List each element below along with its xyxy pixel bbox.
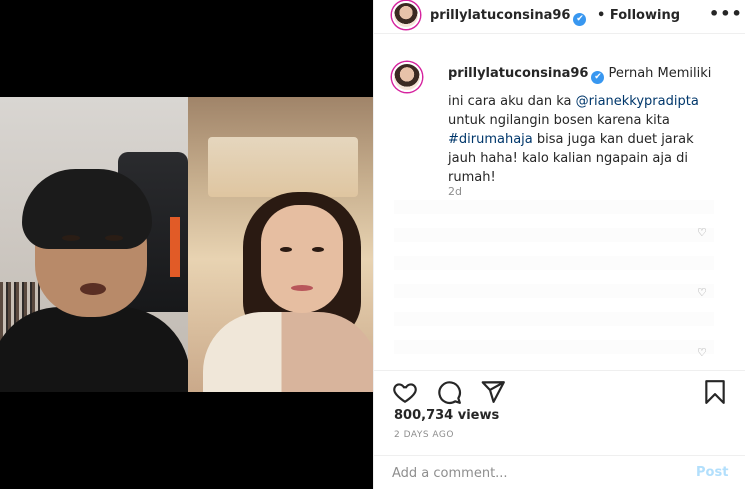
caption-avatar[interactable] <box>392 62 422 92</box>
post-button[interactable]: Post <box>696 465 728 480</box>
man-eye-left <box>62 235 80 241</box>
comment-bar: Post <box>374 455 745 489</box>
window-light <box>208 137 358 197</box>
header-username[interactable]: prillylatuconsina96 ✔ <box>430 8 587 26</box>
views-count[interactable]: 800,734 views <box>394 408 499 423</box>
woman-mouth <box>291 285 313 291</box>
bookmark-icon[interactable] <box>702 379 728 405</box>
man-mouth <box>80 283 106 295</box>
hashtag-link[interactable]: #dirumahaja <box>448 132 533 147</box>
post-side-panel: prillylatuconsina96 ✔ • Following ••• pri… <box>373 0 745 489</box>
man-shirt <box>0 307 188 392</box>
man-hair <box>22 169 152 249</box>
caption-username[interactable]: prillylatuconsina96 ✔ Pernah Memiliki <box>448 66 711 84</box>
avatar[interactable] <box>392 1 420 29</box>
woman-eye-right <box>312 247 324 252</box>
video-left-man <box>0 97 188 392</box>
more-options-icon[interactable]: ••• <box>709 4 743 23</box>
heart-icon[interactable] <box>392 379 418 405</box>
caption-audio-label[interactable]: Pernah Memiliki <box>608 66 711 81</box>
post-timestamp[interactable]: 2 DAYS AGO <box>394 430 454 440</box>
verified-badge-icon: ✔ <box>573 13 587 26</box>
comment-like-heart-icon[interactable]: ♡ <box>697 286 707 299</box>
comment-like-heart-icon[interactable]: ♡ <box>697 346 707 359</box>
comments-area <box>394 200 714 360</box>
comment-like-heart-icon[interactable]: ♡ <box>697 226 707 239</box>
post-media[interactable] <box>0 0 373 489</box>
post-header: prillylatuconsina96 ✔ • Following ••• <box>374 0 745 34</box>
verified-badge-icon: ✔ <box>591 71 605 84</box>
comment-input[interactable] <box>392 464 672 482</box>
woman-shirt <box>203 312 373 392</box>
caption-time: 2d <box>448 185 462 198</box>
man-eye-right <box>105 235 123 241</box>
share-icon[interactable] <box>480 379 506 405</box>
dot-separator: • <box>597 8 610 23</box>
comment-icon[interactable] <box>436 379 462 405</box>
action-bar <box>374 370 745 410</box>
video-right-woman <box>188 97 373 392</box>
caption-text: ini cara aku dan ka @rianekkypradipta un… <box>448 94 699 185</box>
woman-face <box>261 205 343 313</box>
following-button[interactable]: • Following <box>597 8 680 23</box>
woman-eye-left <box>280 247 292 252</box>
mention-link[interactable]: @rianekkypradipta <box>576 94 699 109</box>
jacket-stripe <box>170 217 180 277</box>
